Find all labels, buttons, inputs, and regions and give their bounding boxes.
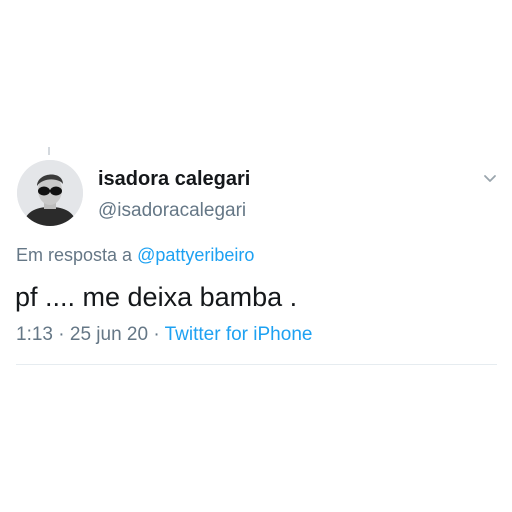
reply-mention-link[interactable]: @pattyeribeiro xyxy=(137,245,254,265)
divider xyxy=(16,364,497,365)
chevron-down-icon[interactable] xyxy=(480,168,500,188)
tweet-time[interactable]: 1:13 xyxy=(16,324,53,345)
tweet-metadata: 1:13 · 25 jun 20 · Twitter for iPhone xyxy=(16,323,312,347)
meta-separator: · xyxy=(148,324,165,345)
reply-context: Em resposta a @pattyeribeiro xyxy=(16,243,254,267)
meta-separator: · xyxy=(52,324,70,345)
tweet-source-link[interactable]: Twitter for iPhone xyxy=(165,324,313,345)
thread-connector-line xyxy=(48,147,50,155)
user-avatar-icon xyxy=(17,160,83,226)
avatar[interactable] xyxy=(17,160,83,226)
author-display-name[interactable]: isadora calegari xyxy=(98,167,250,191)
tweet-date[interactable]: 25 jun 20 xyxy=(70,324,148,345)
reply-prefix: Em resposta a xyxy=(16,245,138,265)
tweet-text: pf .... me deixa bamba . xyxy=(15,282,298,312)
author-handle[interactable]: @isadoracalegari xyxy=(98,199,246,223)
